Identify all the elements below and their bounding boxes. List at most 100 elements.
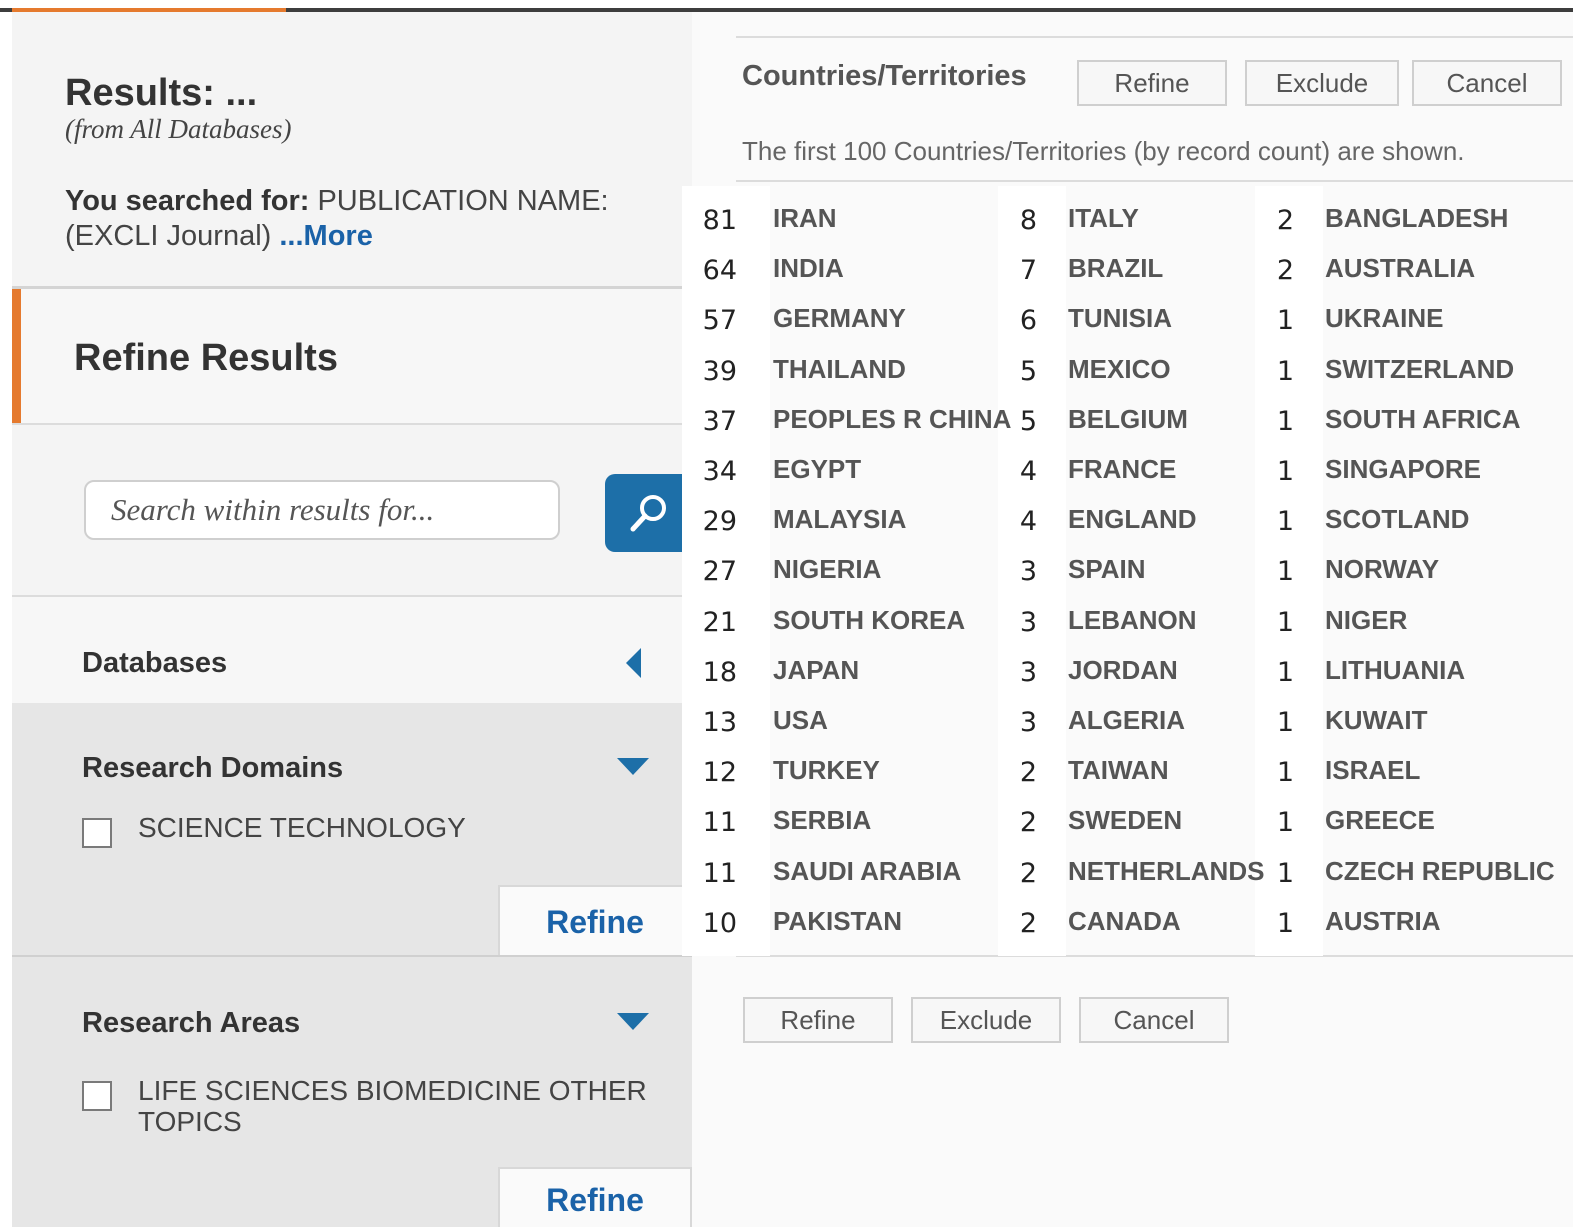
country-name[interactable]: GREECE	[1325, 805, 1435, 836]
country-name[interactable]: IRAN	[773, 203, 837, 234]
top-accent-bar	[0, 0, 1573, 12]
country-count: 1	[1276, 607, 1294, 638]
country-name[interactable]: TAIWAN	[1068, 755, 1169, 786]
country-name[interactable]: SWITZERLAND	[1325, 354, 1514, 385]
country-name[interactable]: NORWAY	[1325, 554, 1439, 585]
country-name[interactable]: MALAYSIA	[773, 504, 906, 535]
refine-button-bottom[interactable]: Refine	[743, 997, 893, 1043]
country-count: 1	[1276, 757, 1294, 788]
science-technology-label: SCIENCE TECHNOLOGY	[138, 812, 466, 843]
countries-note: The first 100 Countries/Territories (by …	[742, 136, 1465, 166]
country-count: 1	[1276, 506, 1294, 537]
exclude-button-bottom[interactable]: Exclude	[911, 997, 1061, 1043]
country-count: 8	[1019, 205, 1037, 236]
country-count: 7	[1019, 255, 1037, 286]
country-name[interactable]: PEOPLES R CHINA	[773, 404, 1011, 435]
country-count: 57	[702, 305, 737, 336]
country-name[interactable]: SINGAPORE	[1325, 454, 1481, 485]
country-name[interactable]: LEBANON	[1068, 605, 1197, 636]
search-button[interactable]	[605, 474, 693, 552]
expand-down-icon[interactable]	[617, 758, 649, 775]
refine-results-header: Refine Results	[12, 289, 692, 423]
country-name[interactable]: USA	[773, 705, 828, 736]
life-sciences-checkbox[interactable]	[82, 1081, 112, 1111]
research-areas-section: Research Areas LIFE SCIENCES BIOMEDICINE…	[12, 955, 692, 1227]
research-areas-title: Research Areas	[82, 1007, 301, 1039]
more-link[interactable]: ...More	[279, 220, 372, 252]
country-name[interactable]: SCOTLAND	[1325, 504, 1469, 535]
country-count: 81	[702, 205, 737, 236]
results-title: Results: ...	[65, 72, 258, 114]
country-count: 1	[1276, 807, 1294, 838]
country-name[interactable]: KUWAIT	[1325, 705, 1428, 736]
country-name[interactable]: AUSTRALIA	[1325, 253, 1475, 284]
country-count: 6	[1019, 305, 1037, 336]
country-count: 64	[702, 255, 737, 286]
databases-title: Databases	[82, 647, 228, 679]
country-count: 1	[1276, 858, 1294, 889]
country-name[interactable]: THAILAND	[773, 354, 906, 385]
divider	[736, 180, 1573, 182]
country-count: 39	[702, 356, 737, 387]
research-domains-refine-button[interactable]: Refine	[498, 885, 692, 955]
country-name[interactable]: CZECH REPUBLIC	[1325, 856, 1555, 887]
country-name[interactable]: BELGIUM	[1068, 404, 1188, 435]
country-name[interactable]: JAPAN	[773, 655, 859, 686]
country-name[interactable]: LITHUANIA	[1325, 655, 1465, 686]
country-name[interactable]: TURKEY	[773, 755, 880, 786]
country-name[interactable]: NIGERIA	[773, 554, 881, 585]
country-count: 5	[1019, 406, 1037, 437]
country-name[interactable]: ALGERIA	[1068, 705, 1185, 736]
country-count: 10	[702, 908, 737, 939]
research-areas-refine-button[interactable]: Refine	[498, 1167, 692, 1227]
country-name[interactable]: FRANCE	[1068, 454, 1176, 485]
refine-button[interactable]: Refine	[1077, 60, 1227, 106]
country-name[interactable]: UKRAINE	[1325, 303, 1443, 334]
country-count: 1	[1276, 305, 1294, 336]
country-name[interactable]: SOUTH KOREA	[773, 605, 965, 636]
collapse-left-icon[interactable]	[626, 648, 641, 678]
life-sciences-label: LIFE SCIENCES BIOMEDICINE OTHER TOPICS	[138, 1075, 647, 1137]
country-count: 1	[1276, 556, 1294, 587]
country-name[interactable]: TUNISIA	[1068, 303, 1172, 334]
country-count: 4	[1019, 456, 1037, 487]
country-name[interactable]: ITALY	[1068, 203, 1139, 234]
country-name[interactable]: GERMANY	[773, 303, 906, 334]
country-name[interactable]: SWEDEN	[1068, 805, 1182, 836]
country-count: 2	[1019, 757, 1037, 788]
country-name[interactable]: BRAZIL	[1068, 253, 1163, 284]
country-count: 27	[702, 556, 737, 587]
cancel-button[interactable]: Cancel	[1412, 60, 1562, 106]
country-name[interactable]: SOUTH AFRICA	[1325, 404, 1520, 435]
search-within-input[interactable]	[84, 480, 560, 540]
country-name[interactable]: SPAIN	[1068, 554, 1146, 585]
science-technology-checkbox[interactable]	[82, 818, 112, 848]
country-count: 34	[702, 456, 737, 487]
country-name[interactable]: ISRAEL	[1325, 755, 1420, 786]
databases-section[interactable]: Databases	[12, 597, 692, 703]
cancel-button-bottom[interactable]: Cancel	[1079, 997, 1229, 1043]
country-name[interactable]: BANGLADESH	[1325, 203, 1508, 234]
country-name[interactable]: JORDAN	[1068, 655, 1178, 686]
country-name[interactable]: SERBIA	[773, 805, 871, 836]
country-name[interactable]: CANADA	[1068, 906, 1181, 937]
country-name[interactable]: EGYPT	[773, 454, 861, 485]
divider	[12, 955, 692, 957]
country-count: 1	[1276, 657, 1294, 688]
exclude-button[interactable]: Exclude	[1245, 60, 1399, 106]
country-name[interactable]: INDIA	[773, 253, 844, 284]
country-count: 2	[1276, 255, 1294, 286]
country-name[interactable]: ENGLAND	[1068, 504, 1197, 535]
country-name[interactable]: SAUDI ARABIA	[773, 856, 961, 887]
country-name[interactable]: PAKISTAN	[773, 906, 902, 937]
refine-results-title: Refine Results	[74, 337, 338, 379]
country-name[interactable]: MEXICO	[1068, 354, 1171, 385]
country-name[interactable]: NIGER	[1325, 605, 1407, 636]
country-count: 1	[1276, 406, 1294, 437]
search-summary: You searched for: PUBLICATION NAME: (EXC…	[65, 184, 685, 254]
expand-down-icon[interactable]	[617, 1013, 649, 1030]
country-name[interactable]: NETHERLANDS	[1068, 856, 1264, 887]
country-name[interactable]: AUSTRIA	[1325, 906, 1441, 937]
country-count: 3	[1019, 607, 1037, 638]
country-count: 2	[1019, 908, 1037, 939]
